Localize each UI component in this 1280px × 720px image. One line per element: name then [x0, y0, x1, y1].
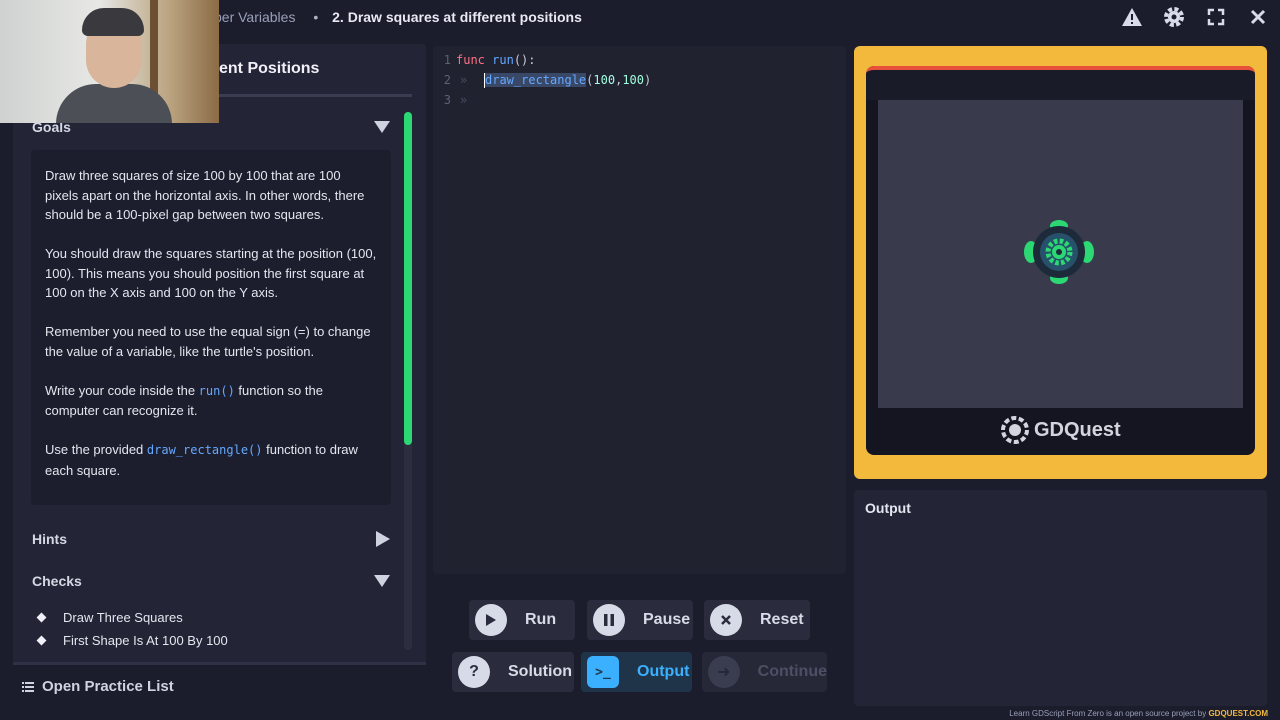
open-practice-list-button[interactable]: Open Practice List: [22, 678, 174, 695]
run-button[interactable]: Run: [469, 600, 575, 640]
code-symbols: (: [586, 73, 594, 87]
footer-text: Learn GDScript From Zero is an open sour…: [1009, 709, 1207, 718]
scrollbar-thumb[interactable]: [404, 112, 412, 445]
list-icon: [22, 681, 34, 692]
tab-marker: »: [460, 73, 468, 87]
keyword-func: func: [456, 53, 485, 67]
gear-icon[interactable]: [1162, 5, 1186, 29]
number-literal: 100: [622, 73, 644, 87]
panel-divider: [13, 662, 426, 665]
chevron-right-icon: [376, 531, 390, 547]
code-editor[interactable]: 1 func run (): 2 » draw_rectangle(100, 100…: [433, 46, 846, 574]
output-panel: [854, 490, 1267, 706]
list-item: Draw Three Squares: [36, 606, 228, 629]
number-literal: 100: [593, 73, 616, 87]
code-draw-rectangle: draw_rectangle(): [146, 443, 263, 457]
continue-button[interactable]: ➜ Continue: [702, 652, 827, 692]
lesson-title: ent Positions: [219, 60, 320, 77]
logo-text: GDQuest: [1034, 418, 1121, 441]
checks-header[interactable]: Checks: [26, 566, 396, 596]
code-symbols: ): [644, 73, 652, 87]
goal-paragraph: Draw three squares of size 100 by 100 th…: [45, 168, 365, 222]
breadcrumb-previous[interactable]: ber Variables: [214, 9, 295, 25]
function-name: run: [492, 53, 514, 67]
output-title: Output: [865, 500, 911, 516]
title-divider: [219, 94, 412, 97]
tab-marker: »: [460, 93, 468, 107]
goal-text: Use the provided: [45, 442, 147, 457]
solution-label: Solution: [508, 663, 572, 680]
bullet-icon: [36, 635, 47, 646]
output-button-label: Output: [637, 663, 690, 680]
output-button[interactable]: >_ Output: [581, 652, 692, 692]
code-symbols: ():: [513, 53, 536, 67]
solution-button[interactable]: ? Solution: [452, 652, 574, 692]
line-number: 2: [443, 73, 451, 87]
hints-header[interactable]: Hints: [26, 524, 396, 554]
chevron-down-icon: [374, 121, 390, 133]
footer-link[interactable]: GDQUEST.COM: [1208, 709, 1268, 718]
turtle-icon: [1024, 220, 1094, 284]
line-number: 1: [443, 53, 451, 67]
drawing-canvas: [878, 100, 1243, 408]
goal-paragraph: Use the provided draw_rectangle() functi…: [45, 440, 377, 480]
list-item: First Shape Is At 100 By 100: [36, 629, 228, 652]
arrow-right-icon: ➜: [708, 656, 740, 688]
warning-icon[interactable]: [1120, 5, 1144, 29]
terminal-icon: >_: [587, 656, 619, 688]
check-label: First Shape Is At 100 By 100: [63, 633, 228, 648]
checks-label: Checks: [32, 573, 82, 589]
goal-text: Write your code inside the: [45, 382, 199, 398]
code-symbols: ,: [615, 73, 623, 87]
breadcrumb-current: 2. Draw squares at different positions: [332, 9, 582, 25]
pause-icon: [593, 604, 625, 636]
pause-button[interactable]: Pause: [587, 600, 693, 640]
hints-label: Hints: [32, 531, 67, 547]
chevron-down-icon: [374, 575, 390, 587]
goal-paragraph: You should draw the squares starting at …: [45, 246, 377, 300]
check-label: Draw Three Squares: [63, 610, 183, 625]
function-call: draw_rectangle: [485, 73, 587, 87]
code-run: run(): [198, 383, 235, 398]
goal-paragraph: Write your code inside the run() functio…: [45, 381, 377, 421]
practice-list-label: Open Practice List: [42, 678, 174, 695]
expand-icon[interactable]: [1204, 5, 1228, 29]
webcam-overlay: [0, 0, 219, 123]
code-line: 3 »: [433, 90, 484, 110]
line-number: 3: [443, 93, 451, 107]
viewport-header: [866, 66, 1255, 100]
gdquest-logo-icon: [1001, 416, 1029, 444]
breadcrumb: ber Variables • 2. Draw squares at diffe…: [214, 9, 582, 25]
checks-list: Draw Three Squares First Shape Is At 100…: [36, 606, 228, 652]
run-label: Run: [525, 611, 557, 628]
goal-paragraph: Remember you need to use the equal sign …: [45, 324, 371, 359]
continue-label: Continue: [757, 663, 827, 680]
reset-icon: [710, 604, 742, 636]
code-line: 1 func run ():: [433, 50, 536, 70]
reset-button[interactable]: Reset: [704, 600, 810, 640]
pause-label: Pause: [643, 611, 691, 628]
reset-label: Reset: [760, 611, 804, 628]
goals-content: Draw three squares of size 100 by 100 th…: [31, 150, 391, 505]
question-icon: ?: [458, 656, 490, 688]
bullet-icon: [36, 612, 47, 623]
breadcrumb-separator: •: [313, 9, 319, 25]
close-icon[interactable]: [1246, 5, 1270, 29]
play-icon: [475, 604, 507, 636]
code-line: 2 » draw_rectangle(100, 100): [433, 70, 651, 90]
footer-credit: Learn GDScript From Zero is an open sour…: [1009, 709, 1268, 718]
gdquest-logo: GDQuest: [1000, 412, 1122, 448]
